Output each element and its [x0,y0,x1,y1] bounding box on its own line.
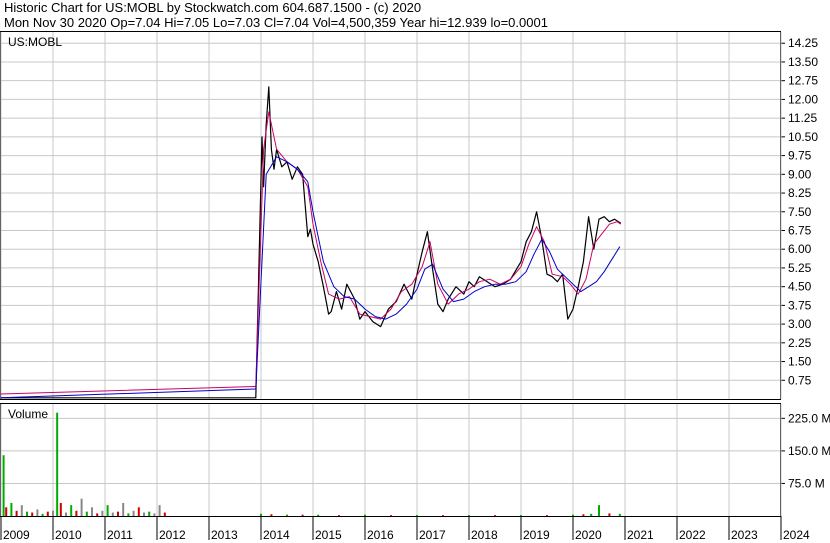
volume-bar [158,505,161,516]
year-tick-label: 2022 [679,528,706,542]
volume-bar [301,514,304,516]
price-tick-label: 9.00 [788,167,812,181]
price-tick-label: 8.25 [788,186,812,200]
price-tick-label: 7.50 [788,205,812,219]
volume-bar [91,507,93,516]
volume-bar [520,515,522,517]
volume-bar [5,507,8,516]
year-tick-label: 2011 [107,528,133,542]
price-tick-label: 3.00 [788,317,812,331]
price-tick-label: 12.00 [788,92,818,106]
volume-tick-label: 225.0 M [788,411,830,425]
volume-bar [390,515,392,517]
volume-bar [85,511,88,516]
volume-bar [96,513,99,516]
price-tick-label: 1.50 [788,355,812,369]
volume-bar [36,509,39,516]
volume-bar [41,513,44,516]
year-tick-label: 2012 [159,528,186,542]
price-tick-label: 9.75 [788,149,812,163]
volume-bar [2,455,5,516]
volume-bar [317,514,320,516]
volume-bar [15,510,18,516]
price-tick-label: 6.00 [788,242,812,256]
volume-bar [338,515,340,517]
volume-bar [590,513,593,516]
price-tick-label: 5.25 [788,261,812,275]
volume-bar [416,515,418,517]
volume-bar [163,512,166,516]
price-panel-title: US:MOBL [8,35,62,49]
volume-bar [20,505,23,516]
price-tick-label: 6.75 [788,223,812,237]
price-tick-label: 11.25 [788,111,817,125]
price-tick-label: 13.50 [788,55,818,69]
price-tick-label: 4.50 [788,280,812,294]
volume-bar [572,514,574,516]
volume-bar [582,514,585,516]
volume-tick-label: 150.0 M [788,444,830,458]
volume-bar [270,514,273,516]
year-tick-label: 2009 [3,528,30,542]
year-tick-label: 2018 [471,528,498,542]
volume-bar [494,515,496,517]
volume-bar [52,510,54,516]
volume-bar [127,513,130,516]
volume-bar [117,511,119,516]
price-tick-label: 2.25 [788,336,812,350]
volume-bar [260,513,262,516]
volume-bar [468,515,470,517]
year-tick-label: 2010 [55,528,82,542]
volume-bar [111,512,114,516]
volume-bar [286,514,288,516]
year-tick-label: 2015 [315,528,342,542]
volume-bar [442,515,444,517]
volume-bar [148,511,151,516]
volume-bar [65,512,67,516]
volume-axis-labels: 225.0 M 150.0 M 75.0 M [788,411,830,490]
stock-chart: 14.25 13.50 12.75 12.00 11.25 10.50 9.75 9.00 8.… [0,31,830,542]
volume-bar [598,505,600,516]
year-axis-labels: 2009 2010 2011 2012 2013 2014 2015 2016 2017 2018… [3,528,810,542]
volume-bar [122,502,125,516]
volume-bar [75,510,78,516]
volume-bar [101,510,104,516]
year-tick-label: 2024 [783,528,810,542]
volume-panel-title: Volume [8,407,48,421]
volume-bar [46,511,49,516]
volume-bar [153,513,156,516]
volume-bar [70,505,73,516]
price-axis-labels: 14.25 13.50 12.75 12.00 11.25 10.50 9.75 9.00 8.… [788,36,818,387]
volume-bar [10,502,13,516]
volume-panel-frame [0,403,781,517]
price-tick-label: 14.25 [788,36,818,50]
volume-bar [137,507,140,516]
price-panel-frame [0,31,781,400]
year-tick-label: 2023 [731,528,758,542]
volume-bar [132,510,135,516]
price-tick-label: 12.75 [788,74,818,88]
price-tick-label: 3.75 [788,298,812,312]
volume-bar [31,512,34,516]
volume-bar [56,412,59,516]
volume-bar [80,498,83,516]
volume-bar [364,514,366,516]
year-tick-label: 2013 [211,528,238,542]
volume-bar [106,505,109,516]
volume-bar [26,511,28,516]
volume-tick-label: 75.0 M [788,476,825,490]
price-tick-label: 0.75 [788,373,812,387]
volume-bar [608,513,611,516]
volume-bar [143,512,145,516]
volume-bar [618,513,621,516]
year-tick-label: 2020 [575,528,602,542]
year-tick-label: 2019 [523,528,550,542]
year-tick-label: 2016 [367,528,394,542]
price-tick-label: 10.50 [788,130,818,144]
year-tick-label: 2021 [627,528,654,542]
volume-bar [59,502,62,516]
year-tick-label: 2017 [419,528,446,542]
year-tick-label: 2014 [263,528,290,542]
volume-bar [546,515,548,517]
